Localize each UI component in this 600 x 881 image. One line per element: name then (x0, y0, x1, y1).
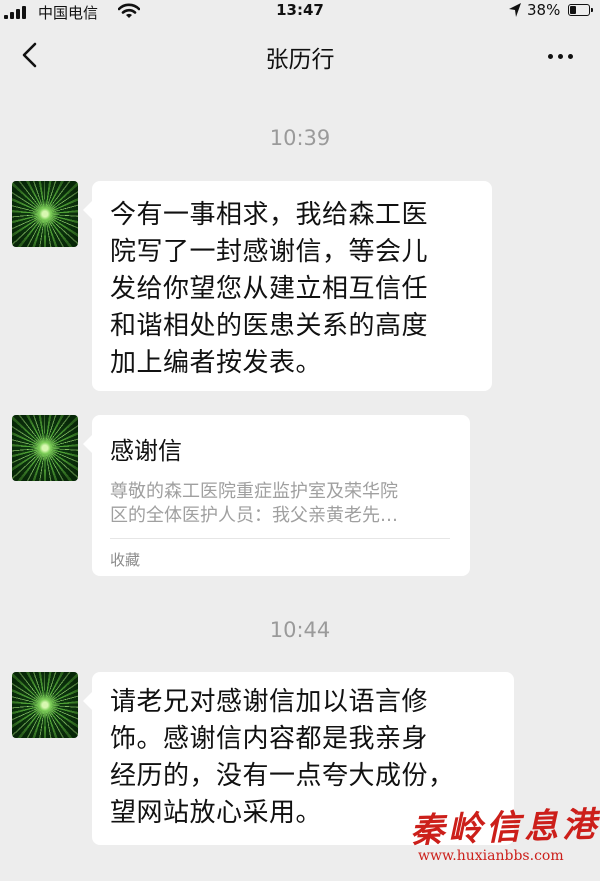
more-options-icon[interactable] (548, 54, 573, 59)
message-timestamp: 10:44 (269, 618, 331, 642)
avatar[interactable] (12, 415, 78, 481)
card-source: 收藏 (110, 551, 141, 569)
battery-percent: 38% (527, 1, 561, 19)
message-timestamp: 10:39 (269, 126, 331, 150)
status-bar: 中国电信 13:47 38% (0, 0, 600, 24)
location-arrow-icon (509, 3, 521, 17)
card-title: 感谢信 (110, 437, 182, 465)
shared-article-card[interactable]: 感谢信 尊敬的森工医院重症监护室及荣华院 区的全体医护人员：我父亲黄老先… 收藏 (83, 415, 470, 576)
chat-header: 张历行 (0, 24, 600, 90)
avatar[interactable] (12, 181, 78, 247)
avatar[interactable] (12, 672, 78, 738)
battery-icon (568, 4, 593, 16)
watermark-url: www.huxianbbs.com (418, 848, 564, 864)
message-bubble[interactable]: 今有一事相求，我给森工医 院写了一封感谢信，等会儿 发给你望您从建立相互信任 和… (83, 181, 492, 391)
chat-title: 张历行 (265, 47, 335, 73)
watermark-logo: 秦岭信息港 (409, 804, 600, 852)
card-divider (110, 538, 450, 539)
card-description: 尊敬的森工医院重症监护室及荣华院 区的全体医护人员：我父亲黄老先… (110, 481, 398, 526)
message-text: 今有一事相求，我给森工医 院写了一封感谢信，等会儿 发给你望您从建立相互信任 和… (110, 200, 429, 378)
